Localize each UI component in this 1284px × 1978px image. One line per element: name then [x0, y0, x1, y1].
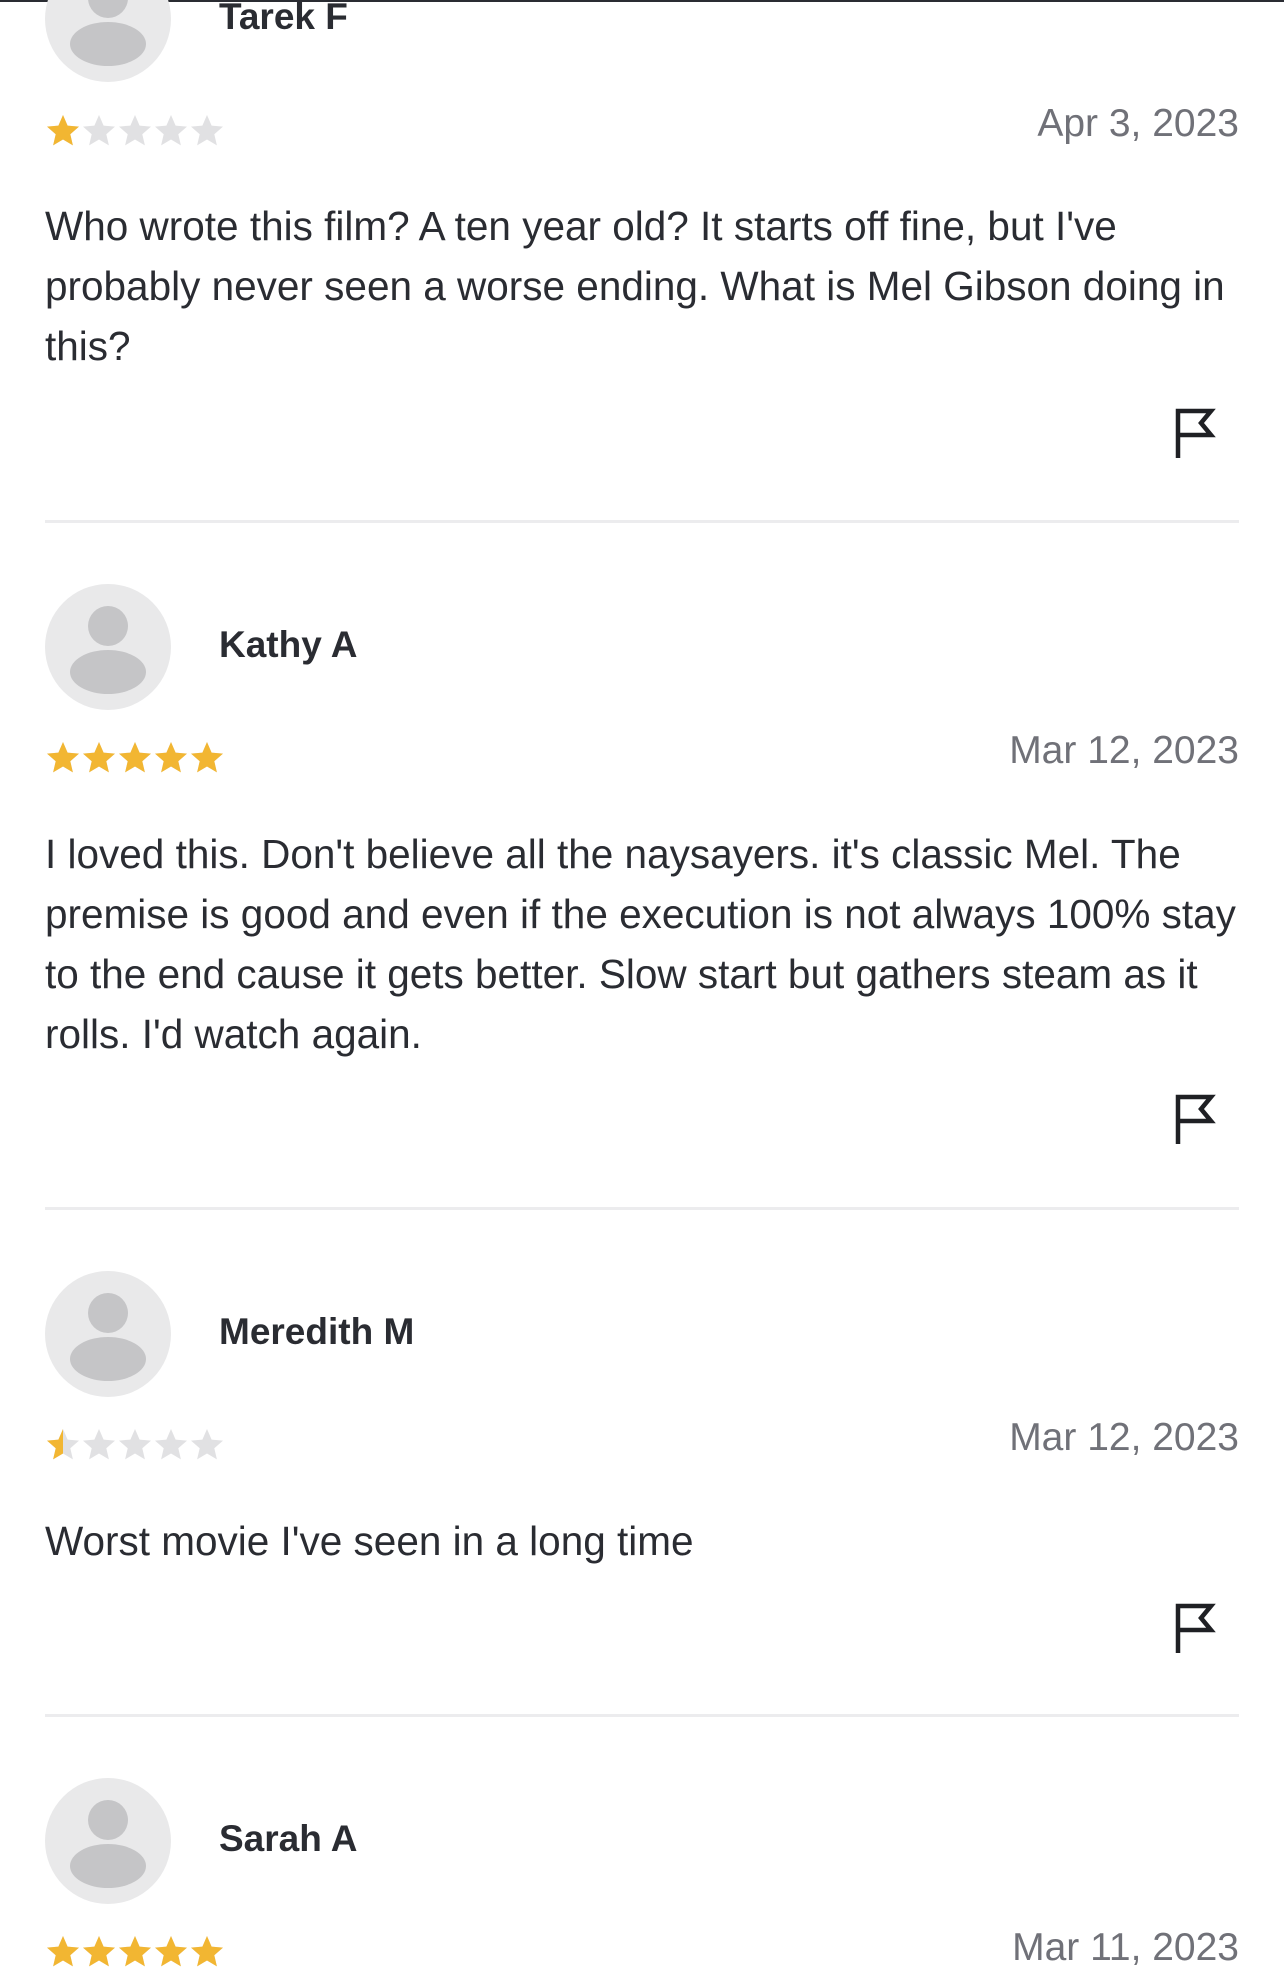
star-rating [45, 740, 225, 776]
review-date: Mar 12, 2023 [1009, 729, 1239, 772]
avatar[interactable] [45, 1778, 171, 1904]
flag-icon [1175, 1603, 1216, 1653]
report-button[interactable] [1173, 408, 1217, 460]
review-date: Mar 11, 2023 [1012, 1926, 1239, 1969]
star-icon [155, 1936, 187, 1967]
report-button[interactable] [1173, 1603, 1217, 1655]
flag-icon [1175, 408, 1216, 458]
report-button[interactable] [1173, 1094, 1217, 1146]
star-icon [191, 1936, 223, 1967]
star-icon [191, 115, 223, 146]
divider [45, 520, 1239, 523]
user-placeholder-icon [70, 606, 146, 694]
star-icon [83, 1429, 115, 1460]
star-icon [119, 742, 151, 773]
user-placeholder-icon [70, 1293, 146, 1381]
star-icon [119, 115, 151, 146]
flag-icon [1175, 1094, 1216, 1144]
star-icon [47, 115, 79, 146]
star-icon [47, 1429, 79, 1460]
reviewer-name[interactable]: Tarek F [219, 0, 348, 38]
top-border [0, 0, 1284, 2]
user-placeholder-icon [70, 1800, 146, 1888]
star-icon [47, 1936, 79, 1967]
star-icon [191, 1429, 223, 1460]
reviewer-name[interactable]: Kathy A [219, 624, 357, 666]
star-icon [191, 742, 223, 773]
divider [45, 1714, 1239, 1717]
divider [45, 1207, 1239, 1210]
star-icon [83, 115, 115, 146]
star-rating [45, 113, 225, 149]
review-date: Mar 12, 2023 [1009, 1416, 1239, 1459]
reviewer-name[interactable]: Sarah A [219, 1818, 357, 1860]
star-icon [155, 115, 187, 146]
user-placeholder-icon [70, 0, 146, 66]
review-date: Apr 3, 2023 [1037, 102, 1239, 145]
reviewer-name[interactable]: Meredith M [219, 1311, 414, 1353]
star-icon [83, 742, 115, 773]
star-icon [119, 1429, 151, 1460]
avatar[interactable] [45, 0, 171, 82]
star-icon [119, 1936, 151, 1967]
star-rating [45, 1427, 225, 1463]
star-icon [155, 742, 187, 773]
avatar[interactable] [45, 584, 171, 710]
avatar[interactable] [45, 1271, 171, 1397]
star-icon [47, 742, 79, 773]
review-text: I loved this. Don't believe all the nays… [45, 831, 1236, 1057]
star-rating [45, 1934, 225, 1970]
review-text: Who wrote this film? A ten year old? It … [45, 203, 1225, 369]
star-icon [155, 1429, 187, 1460]
star-icon [83, 1936, 115, 1967]
review-text: Worst movie I've seen in a long time [45, 1518, 694, 1564]
